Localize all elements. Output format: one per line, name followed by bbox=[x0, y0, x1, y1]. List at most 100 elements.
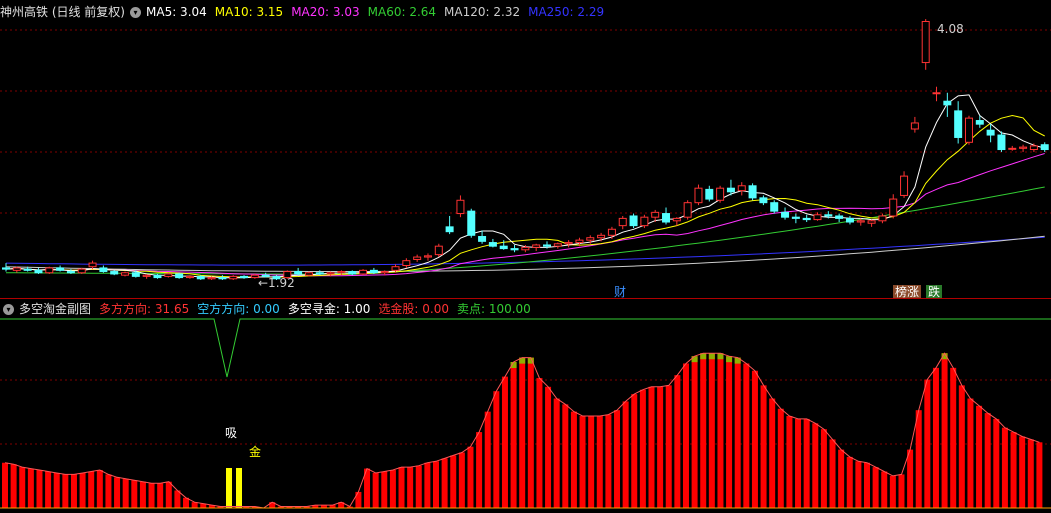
indicator-bar bbox=[510, 362, 517, 508]
up-candle bbox=[229, 275, 238, 280]
stock-title: 神州高铁 (日线 前复权) bbox=[0, 5, 125, 19]
indicator-bar bbox=[165, 481, 172, 508]
indicator-bar bbox=[682, 363, 689, 508]
indicator-bar bbox=[139, 481, 146, 508]
up-candle bbox=[716, 187, 725, 201]
indicator-bar bbox=[648, 386, 655, 508]
up-candle bbox=[672, 217, 681, 222]
up-candle bbox=[553, 243, 562, 247]
bear-direction-legend: 空方方向: 0.00 bbox=[197, 302, 280, 316]
indicator-bar-top bbox=[708, 353, 715, 360]
up-candle bbox=[878, 215, 887, 222]
indicator-bar bbox=[493, 391, 500, 508]
indicator-bar bbox=[105, 474, 112, 508]
up-candle bbox=[910, 122, 919, 130]
indicator-bar bbox=[717, 353, 724, 508]
ma120-line bbox=[5, 235, 1045, 272]
signal-bar bbox=[226, 468, 232, 508]
indicator-bar bbox=[734, 357, 741, 508]
up-candle bbox=[304, 272, 313, 276]
indicator-bar bbox=[915, 410, 922, 508]
down-candle bbox=[835, 215, 844, 219]
down-candle bbox=[1040, 144, 1049, 151]
candlesticks[interactable] bbox=[2, 19, 1049, 280]
indicator-bar bbox=[898, 474, 905, 508]
up-candle bbox=[575, 239, 584, 244]
indicator-bar bbox=[751, 370, 758, 508]
chevron-down-icon[interactable]: ▾ bbox=[130, 6, 141, 18]
up-candle bbox=[737, 185, 746, 192]
up-candle bbox=[889, 198, 898, 217]
up-candle bbox=[521, 246, 530, 251]
indicator-bar bbox=[433, 461, 439, 508]
indicator-bar bbox=[743, 363, 750, 508]
down-candle bbox=[629, 215, 638, 227]
down-candle bbox=[218, 277, 227, 280]
low-price-label: ←1.92 bbox=[258, 276, 295, 290]
indicator-bar bbox=[174, 490, 181, 508]
indicator-bar-top bbox=[691, 356, 698, 363]
indicator-bar bbox=[519, 357, 526, 508]
up-candle bbox=[1019, 146, 1028, 149]
indicator-bar bbox=[424, 462, 431, 508]
indicator-bar bbox=[407, 467, 414, 508]
down-candle bbox=[954, 110, 963, 138]
indicator-bar bbox=[70, 474, 77, 508]
down-candle bbox=[66, 271, 75, 274]
top-gainer-event-label[interactable]: 榜涨 bbox=[893, 285, 922, 299]
indicator-bar bbox=[588, 416, 595, 508]
up-candle bbox=[586, 237, 595, 241]
indicator-bar bbox=[657, 386, 664, 508]
indicator-bar bbox=[907, 449, 914, 508]
indicator-bar bbox=[777, 408, 784, 508]
indicator-bar bbox=[96, 470, 103, 508]
indicator-bar bbox=[458, 452, 465, 508]
indicator-bar bbox=[631, 394, 638, 508]
down-candle bbox=[240, 275, 249, 279]
indicator-bar bbox=[838, 449, 845, 508]
up-candle bbox=[964, 117, 973, 143]
indicator-bar bbox=[1001, 427, 1008, 508]
indicator-bar bbox=[950, 367, 957, 508]
up-candle bbox=[185, 275, 194, 279]
indicator-bar bbox=[372, 472, 379, 508]
high-price-label: 4.08 bbox=[937, 22, 964, 36]
indicator-bar bbox=[726, 356, 733, 508]
down-candle bbox=[369, 269, 378, 274]
indicator-title: 多空淘金副图 bbox=[19, 302, 92, 316]
down-candle bbox=[315, 272, 324, 275]
up-candle bbox=[402, 260, 411, 267]
indicator-bar bbox=[1027, 439, 1034, 508]
indicator-bar bbox=[2, 462, 8, 508]
signal-bar bbox=[236, 468, 242, 508]
down-candle bbox=[56, 267, 65, 271]
indicator-bar bbox=[157, 483, 164, 508]
indicator-bar bbox=[786, 416, 793, 508]
stock-chart[interactable] bbox=[0, 0, 1051, 513]
up-candle bbox=[391, 266, 400, 271]
down-candle bbox=[34, 269, 43, 274]
up-candle bbox=[45, 267, 54, 274]
indicator-bar bbox=[872, 467, 879, 508]
down-candle bbox=[23, 268, 32, 271]
fall-event-label[interactable]: 跌 bbox=[926, 285, 943, 299]
down-candle bbox=[543, 244, 551, 247]
up-candle bbox=[813, 214, 822, 221]
indicator-bar-top bbox=[726, 356, 733, 363]
finance-event-label[interactable]: 财 bbox=[612, 285, 628, 299]
indicator-bar bbox=[691, 356, 698, 508]
down-candle bbox=[943, 100, 952, 106]
down-candle bbox=[802, 217, 811, 221]
indicator-bar bbox=[450, 455, 457, 508]
indicator-bar bbox=[700, 353, 707, 508]
chevron-down-icon[interactable]: ▾ bbox=[3, 303, 14, 315]
down-candle bbox=[467, 210, 476, 236]
indicator-bar bbox=[846, 456, 853, 508]
up-candle bbox=[856, 220, 865, 223]
down-candle bbox=[748, 185, 757, 199]
down-candle bbox=[845, 217, 854, 223]
indicator-bar bbox=[114, 477, 121, 508]
indicator-bar bbox=[708, 353, 715, 508]
indicator-bar bbox=[864, 462, 870, 508]
ma20-legend: MA20: 3.03 bbox=[291, 5, 360, 19]
